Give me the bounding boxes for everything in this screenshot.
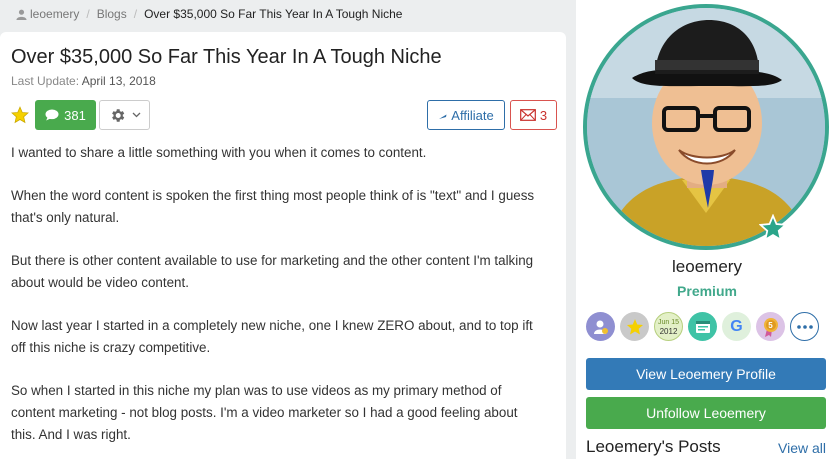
post-body: I wanted to share a little something wit… xyxy=(11,142,541,459)
badge-list: Jun 15 2012 G 5 xyxy=(586,312,826,342)
link-icon xyxy=(439,114,447,119)
affiliate-button[interactable]: Affiliate xyxy=(427,100,505,130)
post-paragraph: I wanted to share a little something wit… xyxy=(11,145,427,160)
post-toolbar: 381 Affiliate 3 xyxy=(11,100,557,130)
breadcrumb: leoemery / Blogs / Over $35,000 So Far T… xyxy=(16,7,402,21)
star-badge-icon[interactable] xyxy=(620,312,649,341)
ribbon-badge-icon[interactable]: 5 xyxy=(756,312,785,341)
last-update-date: April 13, 2018 xyxy=(81,74,156,88)
membership-badge: Premium xyxy=(677,283,737,299)
message-count: 3 xyxy=(539,107,548,123)
badge-date-month: Jun 15 xyxy=(657,318,680,326)
post-title: Over $35,000 So Far This Year In A Tough… xyxy=(11,46,442,68)
badge-g-label: G xyxy=(730,317,743,335)
user-badge-icon[interactable] xyxy=(586,312,615,341)
settings-dropdown[interactable] xyxy=(99,100,150,130)
comment-icon xyxy=(45,109,59,121)
google-badge-icon[interactable]: G xyxy=(722,312,751,341)
breadcrumb-separator: / xyxy=(86,7,90,21)
post-paragraph: But there is other content available to … xyxy=(11,252,534,290)
blog-post-card: Over $35,000 So Far This Year In A Tough… xyxy=(0,32,566,459)
avatar-illustration xyxy=(587,8,825,246)
view-profile-button[interactable]: View Leoemery Profile xyxy=(586,358,826,390)
view-all-link[interactable]: View all xyxy=(778,440,826,456)
badge-five-label: 5 xyxy=(768,321,773,330)
website-badge-icon[interactable] xyxy=(688,312,717,341)
posts-section-title: Leoemery's Posts xyxy=(586,437,721,456)
last-update: Last Update: April 13, 2018 xyxy=(11,74,156,88)
user-icon xyxy=(16,9,27,20)
comments-button[interactable]: 381 xyxy=(35,100,96,130)
post-paragraph: Now last year I started in a completely … xyxy=(11,317,533,355)
star-icon[interactable] xyxy=(11,106,29,124)
breadcrumb-user-link[interactable]: leoemery xyxy=(30,7,79,21)
more-icon[interactable] xyxy=(790,312,819,341)
badge-date-year: 2012 xyxy=(659,326,678,336)
gear-icon xyxy=(111,108,124,122)
comment-count: 381 xyxy=(64,107,86,123)
unfollow-button[interactable]: Unfollow Leoemery xyxy=(586,397,826,429)
breadcrumb-separator: / xyxy=(133,7,138,21)
envelope-icon xyxy=(519,109,536,121)
affiliate-label: Affiliate xyxy=(451,107,494,123)
avatar[interactable] xyxy=(583,4,829,250)
chevron-down-icon xyxy=(132,112,140,118)
profile-username[interactable]: leoemery xyxy=(576,257,838,277)
message-button[interactable]: 3 xyxy=(510,100,557,130)
premium-star-icon xyxy=(759,214,787,242)
breadcrumb-blogs-link[interactable]: Blogs xyxy=(97,7,127,21)
calendar-badge-icon[interactable]: Jun 15 2012 xyxy=(654,312,683,341)
post-paragraph: So when I started in this niche my plan … xyxy=(11,382,518,443)
breadcrumb-current: Over $35,000 So Far This Year In A Tough… xyxy=(144,7,403,21)
last-update-label: Last Update: xyxy=(11,74,80,88)
post-paragraph: When the word content is spoken the firs… xyxy=(11,187,535,225)
